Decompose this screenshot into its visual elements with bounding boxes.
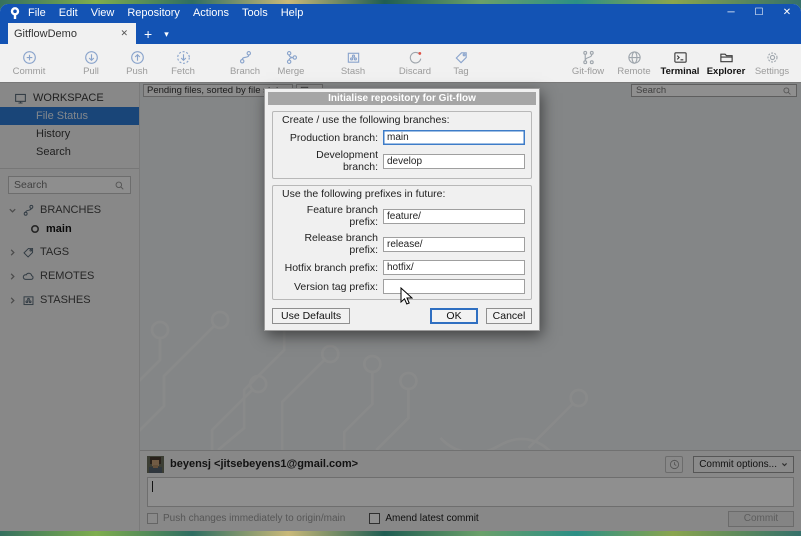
settings-gear-icon: [766, 51, 778, 63]
release-prefix-row: Release branch prefix:: [279, 232, 525, 256]
pull-toolbar-button[interactable]: Pull: [68, 50, 114, 77]
remote-label: Remote: [617, 65, 651, 77]
feature-prefix-input[interactable]: [383, 208, 525, 224]
branch-toolbar-button[interactable]: Branch: [222, 50, 268, 77]
production-branch-label: Production branch:: [289, 131, 378, 144]
close-button[interactable]: ✕: [773, 4, 801, 22]
new-tab-button[interactable]: +: [136, 24, 160, 44]
discard-toolbar-button[interactable]: Discard: [392, 50, 438, 77]
terminal-toolbar-button[interactable]: Terminal: [657, 50, 703, 77]
cancel-button[interactable]: Cancel: [486, 308, 532, 324]
feature-prefix-row: Feature branch prefix:: [279, 204, 525, 228]
toolbar-right-group: Git-flow Remote Terminal Explorer Settin…: [565, 50, 795, 77]
toolbar: Commit Pull Push Fetch Branch Merge Stas…: [0, 44, 801, 83]
discard-label: Discard: [398, 65, 432, 77]
remote-icon: [627, 50, 641, 64]
branch-icon: [239, 50, 251, 63]
menu-edit[interactable]: Edit: [59, 7, 78, 19]
gitflow-toolbar-button[interactable]: Git-flow: [565, 50, 611, 77]
sourcetree-logo-icon: [10, 7, 20, 19]
remote-toolbar-button[interactable]: Remote: [611, 50, 657, 77]
stash-label: Stash: [340, 65, 366, 77]
feature-prefix-label: Feature branch prefix:: [306, 204, 378, 228]
development-branch-label: Development branch:: [316, 149, 378, 173]
use-defaults-button[interactable]: Use Defaults: [272, 308, 351, 324]
menu-repository[interactable]: Repository: [127, 7, 180, 19]
stash-icon: [347, 52, 359, 63]
tab-dropdown-icon[interactable]: ▾: [160, 24, 173, 44]
release-prefix-label: Release branch prefix:: [304, 232, 378, 256]
merge-toolbar-button[interactable]: Merge: [268, 50, 314, 77]
toolbar-group-discard: Discard Tag: [392, 50, 484, 77]
menu-file[interactable]: File: [28, 7, 46, 19]
hotfix-prefix-input[interactable]: [383, 260, 525, 275]
explorer-icon: [719, 53, 733, 62]
tag-icon: [455, 51, 467, 63]
sourcetree-window: File Edit View Repository Actions Tools …: [0, 4, 801, 531]
menu-view[interactable]: View: [91, 7, 115, 19]
tab-gitflowdemo[interactable]: GitflowDemo ✕: [8, 23, 136, 44]
gitflow-icon: [582, 50, 594, 64]
discard-icon: [409, 51, 421, 64]
push-toolbar-button[interactable]: Push: [114, 50, 160, 77]
terminal-icon: [673, 51, 687, 63]
production-branch-input[interactable]: [383, 130, 525, 145]
merge-label: Merge: [277, 65, 305, 77]
branches-group-legend: Create / use the following branches:: [282, 114, 450, 126]
minimize-button[interactable]: ─: [717, 4, 745, 22]
fetch-label: Fetch: [171, 65, 195, 77]
release-prefix-input[interactable]: [383, 236, 525, 252]
toolbar-group-commit: Commit: [6, 50, 52, 77]
hotfix-prefix-row: Hotfix branch prefix:: [279, 260, 525, 275]
development-branch-row: Development branch:: [279, 149, 525, 173]
stash-toolbar-button[interactable]: Stash: [330, 50, 376, 77]
development-branch-input[interactable]: [383, 153, 525, 169]
hotfix-prefix-label: Hotfix branch prefix:: [284, 261, 378, 274]
tab-bar: GitflowDemo ✕ + ▾: [0, 22, 801, 44]
fetch-toolbar-button[interactable]: Fetch: [160, 50, 206, 77]
branches-group: Create / use the following branches: Pro…: [272, 111, 532, 179]
pull-icon: [84, 50, 98, 64]
push-icon: [130, 50, 144, 64]
dialog-title: Initialise repository for Git-flow: [268, 92, 536, 105]
window-controls: ─ ☐ ✕: [717, 4, 801, 22]
branch-label: Branch: [229, 65, 261, 77]
prefixes-group: Use the following prefixes in future: Fe…: [272, 185, 532, 300]
explorer-toolbar-button[interactable]: Explorer: [703, 50, 749, 77]
toolbar-group-stash: Stash: [330, 50, 376, 77]
title-bar: File Edit View Repository Actions Tools …: [0, 4, 801, 22]
commit-icon: [22, 50, 36, 64]
menu-bar: File Edit View Repository Actions Tools …: [28, 7, 303, 19]
fetch-icon: [176, 50, 190, 64]
gitflow-label: Git-flow: [571, 65, 605, 77]
tab-label: GitflowDemo: [14, 27, 77, 40]
push-label: Push: [126, 65, 148, 77]
version-tag-prefix-label: Version tag prefix:: [293, 280, 378, 293]
settings-label: Settings: [754, 65, 790, 77]
settings-toolbar-button[interactable]: Settings: [749, 50, 795, 77]
tab-close-icon[interactable]: ✕: [118, 28, 130, 39]
production-branch-row: Production branch:: [279, 130, 525, 145]
dialog-buttons-row: Use Defaults OK Cancel: [272, 308, 532, 324]
mouse-cursor: [400, 287, 413, 305]
prefixes-group-legend: Use the following prefixes in future:: [282, 188, 446, 200]
commit-toolbar-button[interactable]: Commit: [6, 50, 52, 77]
menu-tools[interactable]: Tools: [242, 7, 268, 19]
tag-label: Tag: [453, 65, 469, 77]
terminal-label: Terminal: [660, 65, 700, 77]
toolbar-group-sync: Pull Push Fetch: [68, 50, 206, 77]
toolbar-group-branch: Branch Merge: [222, 50, 314, 77]
explorer-label: Explorer: [706, 65, 746, 77]
ok-button[interactable]: OK: [430, 308, 478, 324]
pull-label: Pull: [83, 65, 99, 77]
menu-help[interactable]: Help: [281, 7, 304, 19]
menu-actions[interactable]: Actions: [193, 7, 229, 19]
merge-icon: [286, 50, 297, 64]
maximize-button[interactable]: ☐: [745, 4, 773, 22]
commit-label: Commit: [12, 65, 46, 77]
tag-toolbar-button[interactable]: Tag: [438, 50, 484, 77]
